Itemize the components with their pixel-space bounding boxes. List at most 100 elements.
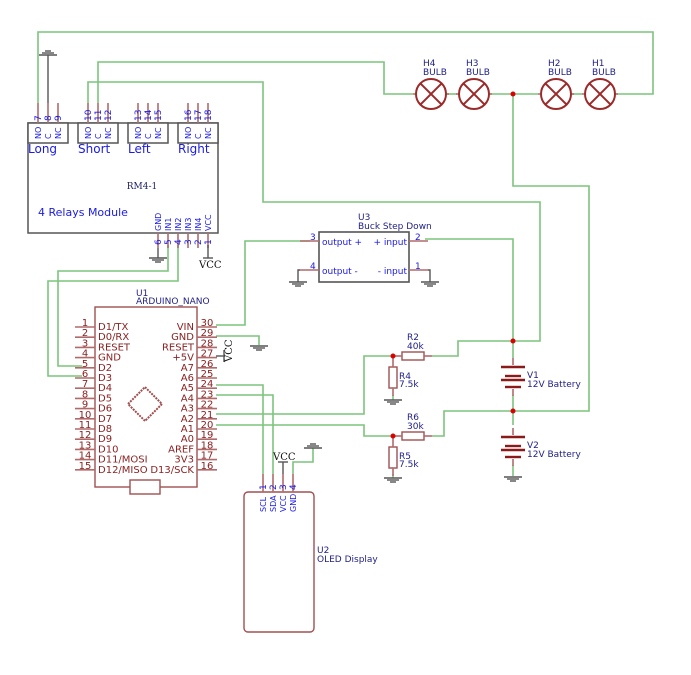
v1-value: 12V Battery xyxy=(527,380,581,390)
arduino-pin-name: D12/MISO xyxy=(98,465,148,476)
wire-a5-scl xyxy=(216,384,264,474)
bulb-h2: H2BULB xyxy=(538,59,574,110)
relay-pin-num: 9 xyxy=(54,115,64,121)
bulb-name: BULB xyxy=(592,68,616,78)
ground-icon xyxy=(289,281,307,287)
r6-value: 30k xyxy=(407,422,424,432)
buck-output-plus: output + xyxy=(322,238,362,248)
arduino-pin-name: D13/SCK xyxy=(150,465,194,476)
relay-channel-label: Left xyxy=(128,142,151,156)
relay-channel-label: Short xyxy=(78,142,110,156)
bulbs: H4BULBH3BULB H2BULBH1BULB xyxy=(413,59,618,110)
wire-gnd-29 xyxy=(216,335,260,345)
oled-pin-name: SCL xyxy=(259,496,268,512)
ground-icon xyxy=(504,476,522,482)
relay-name: 4 Relays Module xyxy=(38,206,128,219)
buck-pin4-num: 4 xyxy=(310,262,316,272)
r5-value: 7.5k xyxy=(399,460,419,470)
relay-bottom-pin-name: VCC xyxy=(204,214,213,231)
oled-pin-num: 2 xyxy=(269,484,279,490)
ground-icon xyxy=(304,443,322,449)
arduino-name: ARDUINO_NANO xyxy=(136,297,210,307)
relay-pin-name: NO xyxy=(34,127,43,139)
relay-bottom-pin-name: IN2 xyxy=(174,218,183,231)
bulb-h1: H1BULB xyxy=(582,59,618,110)
ground-icon xyxy=(149,257,167,263)
relay-pin-num: 8 xyxy=(44,115,54,121)
relay-pin-name: C xyxy=(44,133,53,139)
v2-value: 12V Battery xyxy=(527,450,581,460)
wire-buck-output-vin xyxy=(216,240,310,326)
buck-input-minus: - input xyxy=(378,267,408,277)
vcc-label-relay: VCC xyxy=(198,260,222,271)
arduino-nano: U1 ARDUINO_NANO 1 D1/TX2 D0/RX3 RESET4 GND5 D… xyxy=(75,289,217,495)
relay-channel-label: Long xyxy=(28,142,57,156)
relay-pin-num: 18 xyxy=(204,109,214,121)
relay-bottom-pin-num: 6 xyxy=(154,239,164,245)
relay-bottom-pin-num: 4 xyxy=(174,239,184,245)
vcc-label-arduino: VCC xyxy=(224,339,235,363)
ground-icon xyxy=(421,281,439,287)
relay-pin-name: C xyxy=(144,133,153,139)
wire-a1-divider2 xyxy=(216,424,393,437)
oled-pin-num: 1 xyxy=(259,484,269,490)
relay-pin-num: 12 xyxy=(104,110,114,121)
oled-pin-num: 4 xyxy=(289,484,299,490)
relay-pin-num: 7 xyxy=(34,115,44,121)
wire-r6-v2 xyxy=(432,410,513,437)
wire-a4-sda xyxy=(216,394,274,474)
bulb-name: BULB xyxy=(466,68,490,78)
bulb-name: BULB xyxy=(423,68,447,78)
arduino-pin-num: 15 xyxy=(79,461,92,472)
oled-pin-name: SDA xyxy=(269,495,278,512)
relay-pin-num: 16 xyxy=(184,109,194,121)
ground-icon xyxy=(39,50,57,56)
relay-pin-name: NC xyxy=(154,127,163,139)
schematic-canvas: 7NO8C9NCLong10NO11C12NCShort13NO14C15NCL… xyxy=(27,31,654,633)
buck-pin3-num: 3 xyxy=(310,233,316,243)
relay-pin-num: 17 xyxy=(194,110,204,121)
oled-name: OLED Display xyxy=(317,555,378,565)
bulb-h4: H4BULB xyxy=(413,59,449,110)
oled-pin-name: VCC xyxy=(279,495,288,512)
buck-converter: U3 Buck Step Down 3 4 2 1 output + outpu… xyxy=(297,213,432,283)
relay-bottom-pin-num: 5 xyxy=(164,239,174,245)
ground-icon xyxy=(384,399,402,405)
arduino-pin-num: 16 xyxy=(201,461,214,472)
relay-bottom-pin-name: IN4 xyxy=(194,218,203,231)
relay-bottom-pin-num: 2 xyxy=(194,239,204,245)
relay-module: 7NO8C9NCLong10NO11C12NCShort13NO14C15NCL… xyxy=(27,103,219,248)
relay-pin-name: NC xyxy=(104,127,113,139)
buck-output-minus: output - xyxy=(322,267,358,277)
r2-value: 40k xyxy=(407,342,424,352)
wire-oled-gnd xyxy=(292,448,314,474)
relay-pin-name: NO xyxy=(84,127,93,139)
relay-pin-name: NC xyxy=(54,127,63,139)
relay-pin-num: 10 xyxy=(84,109,94,121)
buck-pin2-num: 2 xyxy=(415,233,421,243)
buck-input-plus: + input xyxy=(373,238,407,248)
relay-channel-label: Right xyxy=(178,142,210,156)
relay-pin-num: 15 xyxy=(154,110,164,121)
relay-bottom-pin-num: 1 xyxy=(204,239,214,245)
bulb-name: BULB xyxy=(548,68,572,78)
relay-bottom-pin-name: IN3 xyxy=(184,218,193,231)
relay-pin-name: NO xyxy=(134,127,143,139)
relay-pin-num: 14 xyxy=(144,109,154,121)
wire-buck-input xyxy=(425,238,514,341)
bulb-h3: H3BULB xyxy=(456,59,492,110)
buck-name: Buck Step Down xyxy=(358,222,432,232)
oled-pin-name: GND xyxy=(289,494,298,512)
relay-ref: RM4-1 xyxy=(127,182,158,192)
ground-icon xyxy=(250,345,268,351)
r4-value: 7.5k xyxy=(399,380,419,390)
relay-pin-name: C xyxy=(194,133,203,139)
relay-pin-name: C xyxy=(94,133,103,139)
relay-pin-name: NO xyxy=(184,127,193,139)
oled-display: U2 OLED Display 1SCL2SDA3VCC4GND xyxy=(243,474,378,633)
wire-r2-v1 xyxy=(432,340,513,357)
oled-pin-num: 3 xyxy=(279,484,289,490)
relay-pin-num: 13 xyxy=(134,110,144,121)
relay-bottom-pin-name: GND xyxy=(154,213,163,231)
relay-bottom-pin-name: IN1 xyxy=(164,218,173,231)
